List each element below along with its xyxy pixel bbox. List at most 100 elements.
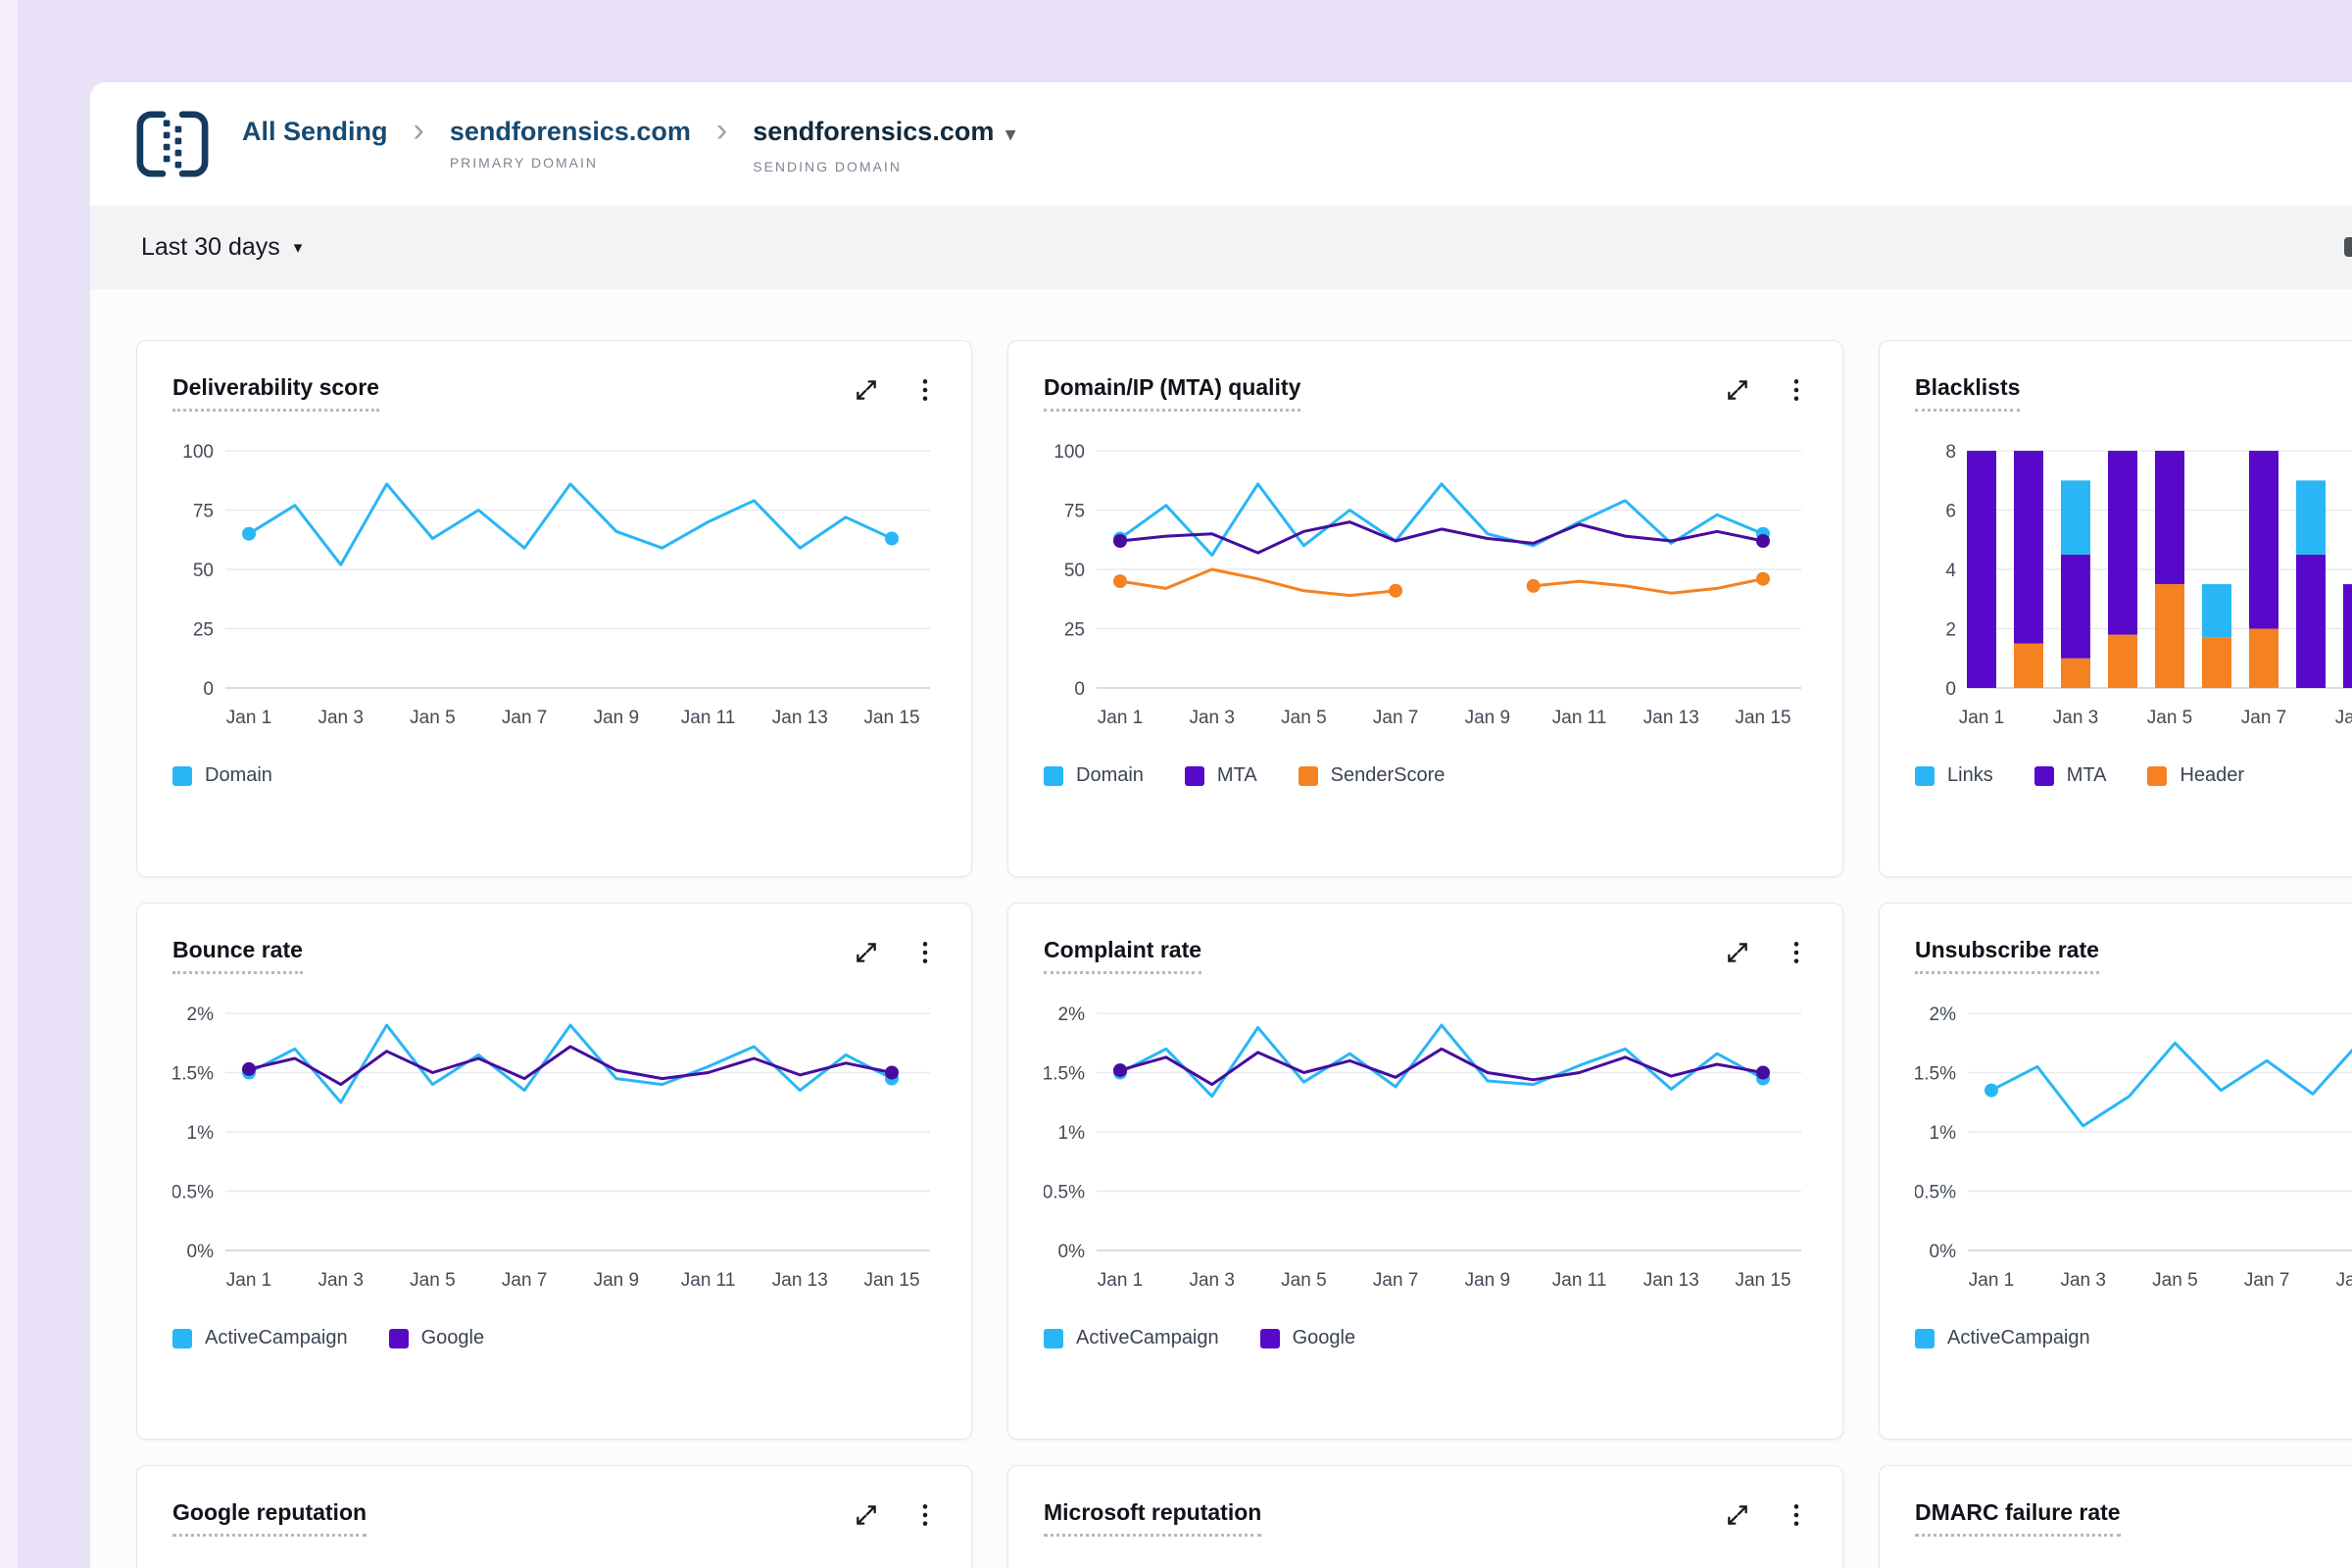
svg-text:6: 6 (1945, 502, 1956, 522)
menu-dots-icon[interactable] (914, 377, 936, 403)
chart-bounce: 0%0.5%1%1.5%2%Jan 1Jan 3Jan 5Jan 7Jan 9J… (172, 1005, 936, 1299)
legend-item: ActiveCampaign (1915, 1327, 2090, 1349)
svg-text:1.5%: 1.5% (172, 1064, 214, 1085)
svg-text:Jan 15: Jan 15 (863, 708, 919, 728)
svg-text:1%: 1% (1058, 1123, 1086, 1144)
expand-icon[interactable] (1725, 940, 1750, 965)
svg-text:Jan 11: Jan 11 (1552, 708, 1607, 728)
svg-text:50: 50 (193, 561, 214, 581)
chart-quality: 0255075100Jan 1Jan 3Jan 5Jan 7Jan 9Jan 1… (1044, 443, 1807, 737)
legend-item: Google (389, 1327, 485, 1349)
svg-text:Jan 1: Jan 1 (1098, 708, 1143, 728)
legend-swatch (2034, 766, 2054, 786)
svg-text:Jan 3: Jan 3 (318, 708, 363, 728)
card-domain-ip-quality: Domain/IP (MTA) quality 0255075100Jan 1J… (1007, 340, 1843, 877)
card-dmarc-failure-rate: DMARC failure rate (1879, 1465, 2352, 1568)
breadcrumb-all-sending[interactable]: All Sending (242, 115, 388, 148)
svg-text:75: 75 (193, 502, 214, 522)
svg-text:0.5%: 0.5% (1915, 1183, 1956, 1203)
app-header: All Sending › sendforensics.com PRIMARY … (90, 82, 2352, 206)
svg-text:Jan 9: Jan 9 (1465, 1270, 1510, 1291)
legend-swatch (1044, 1329, 1063, 1348)
svg-text:Jan 7: Jan 7 (502, 708, 547, 728)
legend-item: Domain (1044, 764, 1144, 787)
svg-text:Jan 3: Jan 3 (1189, 708, 1234, 728)
svg-text:Jan 3: Jan 3 (1189, 1270, 1234, 1291)
svg-text:Jan 11: Jan 11 (681, 1270, 736, 1291)
card-title: Complaint rate (1044, 937, 1201, 974)
legend-swatch (2147, 766, 2167, 786)
expand-icon[interactable] (854, 377, 879, 403)
menu-dots-icon[interactable] (1786, 1502, 1807, 1528)
menu-dots-icon[interactable] (1786, 940, 1807, 965)
svg-text:Jan 3: Jan 3 (318, 1270, 363, 1291)
card-google-reputation: Google reputation (136, 1465, 972, 1568)
card-microsoft-reputation: Microsoft reputation (1007, 1465, 1843, 1568)
svg-text:25: 25 (1064, 620, 1085, 641)
legend-label: Google (421, 1327, 485, 1349)
legend-item: ActiveCampaign (172, 1327, 348, 1349)
legend-item: Links (1915, 764, 1993, 787)
legend-item: Domain (172, 764, 272, 787)
svg-text:Jan 13: Jan 13 (1643, 708, 1699, 728)
legend-label: Domain (1076, 764, 1144, 787)
chart-blacklists: 02468Jan 1Jan 3Jan 5Jan 7Jan 9 (1915, 443, 2352, 737)
legend-label: Google (1293, 1327, 1356, 1349)
menu-dots-icon[interactable] (914, 1502, 936, 1528)
svg-text:Jan 5: Jan 5 (410, 1270, 455, 1291)
legend-label: ActiveCampaign (205, 1327, 348, 1349)
svg-text:0%: 0% (1930, 1242, 1957, 1262)
svg-text:Jan 9: Jan 9 (2335, 708, 2352, 728)
svg-text:2: 2 (1945, 620, 1956, 641)
card-bounce-rate: Bounce rate 0%0.5%1%1.5%2%Jan 1Jan 3Jan … (136, 903, 972, 1440)
expand-icon[interactable] (1725, 1502, 1750, 1528)
expand-icon[interactable] (1725, 377, 1750, 403)
card-title: Domain/IP (MTA) quality (1044, 374, 1300, 412)
legend-swatch (1044, 766, 1063, 786)
svg-text:Jan 9: Jan 9 (594, 708, 639, 728)
breadcrumb-label: All Sending (242, 115, 388, 148)
legend-label: Links (1947, 764, 1993, 787)
legend-swatch (172, 766, 192, 786)
breadcrumb-sending-domain[interactable]: sendforensics.com▾ SENDING DOMAIN (753, 115, 1015, 174)
svg-text:Jan 7: Jan 7 (1373, 708, 1418, 728)
svg-text:Jan 7: Jan 7 (2241, 708, 2286, 728)
legend-item: Google (1260, 1327, 1356, 1349)
caret-down-icon[interactable]: ▾ (294, 238, 303, 258)
clipped-action-icon[interactable] (2344, 237, 2352, 257)
svg-text:Jan 7: Jan 7 (502, 1270, 547, 1291)
date-range-selector[interactable]: Last 30 days (141, 233, 280, 262)
caret-down-icon[interactable]: ▾ (1005, 124, 1015, 145)
card-title: Unsubscribe rate (1915, 937, 2099, 974)
svg-text:Jan 15: Jan 15 (863, 1270, 919, 1291)
svg-text:Jan 5: Jan 5 (1281, 1270, 1326, 1291)
main-panel: All Sending › sendforensics.com PRIMARY … (90, 82, 2352, 1568)
breadcrumb-primary-domain[interactable]: sendforensics.com PRIMARY DOMAIN (450, 115, 691, 171)
svg-text:Jan 9: Jan 9 (594, 1270, 639, 1291)
breadcrumb-label: sendforensics.com▾ (753, 115, 1015, 152)
breadcrumb-sublabel: SENDING DOMAIN (753, 159, 1015, 174)
menu-dots-icon[interactable] (1786, 377, 1807, 403)
svg-text:2%: 2% (187, 1005, 215, 1025)
svg-text:50: 50 (1064, 561, 1085, 581)
chart-deliverability: 0255075100Jan 1Jan 3Jan 5Jan 7Jan 9Jan 1… (172, 443, 936, 737)
chart-legend: ActiveCampaignGoogle (1044, 1327, 1807, 1349)
expand-icon[interactable] (854, 1502, 879, 1528)
svg-text:4: 4 (1945, 561, 1956, 581)
legend-label: MTA (2067, 764, 2107, 787)
svg-text:Jan 13: Jan 13 (1643, 1270, 1699, 1291)
svg-text:100: 100 (182, 443, 214, 463)
svg-text:1.5%: 1.5% (1044, 1064, 1085, 1085)
card-title: DMARC failure rate (1915, 1499, 2121, 1537)
svg-text:Jan 11: Jan 11 (1552, 1270, 1607, 1291)
svg-text:Jan 5: Jan 5 (1281, 708, 1326, 728)
svg-text:Jan 13: Jan 13 (772, 708, 828, 728)
legend-label: MTA (1217, 764, 1257, 787)
expand-icon[interactable] (854, 940, 879, 965)
app-logo-icon[interactable] (132, 109, 213, 179)
legend-swatch (1185, 766, 1204, 786)
svg-text:Jan 15: Jan 15 (1735, 708, 1790, 728)
menu-dots-icon[interactable] (914, 940, 936, 965)
legend-item: Header (2147, 764, 2244, 787)
card-complaint-rate: Complaint rate 0%0.5%1%1.5%2%Jan 1Jan 3J… (1007, 903, 1843, 1440)
